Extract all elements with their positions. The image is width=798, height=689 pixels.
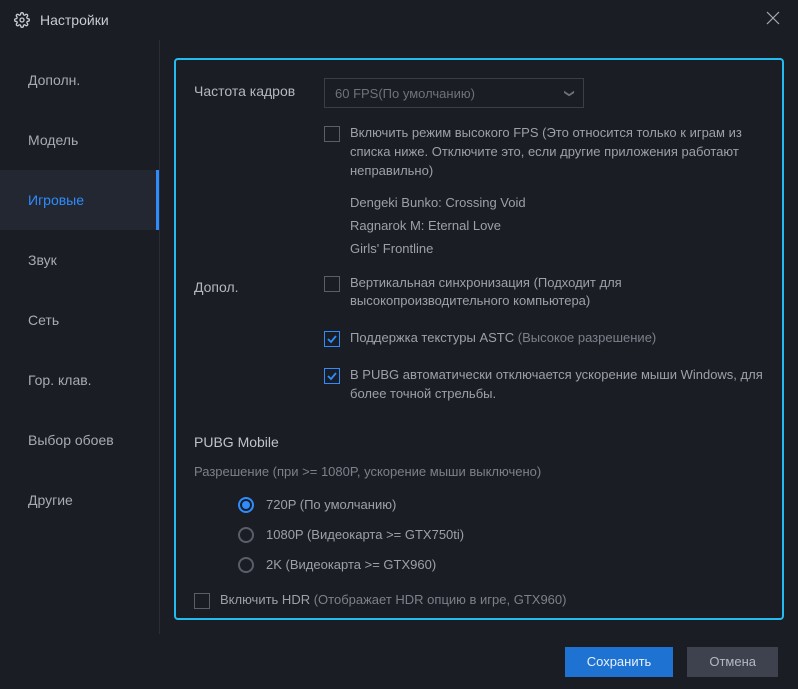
window-title: Настройки (40, 12, 109, 28)
sidebar-item-label: Выбор обоев (28, 432, 114, 448)
resolution-2k[interactable]: 2K (Видеокарта >= GTX960) (194, 557, 764, 573)
hdr-text: Включить HDR (Отображает HDR опцию в игр… (220, 591, 764, 610)
pubg-resolution-note: Разрешение (при >= 1080P, ускорение мыши… (194, 464, 764, 479)
sidebar: Дополн. Модель Игровые Звук Сеть Гор. кл… (0, 40, 160, 634)
sidebar-item-label: Другие (28, 492, 73, 508)
hdr-checkbox[interactable] (194, 593, 210, 609)
sidebar-item-hotkeys[interactable]: Гор. клав. (0, 350, 159, 410)
fps-label: Частота кадров (194, 78, 324, 99)
close-button[interactable] (762, 7, 784, 34)
radio-1080p[interactable] (238, 527, 254, 543)
footer: Сохранить Отмена (0, 634, 798, 689)
sidebar-item-label: Звук (28, 252, 57, 268)
row-fps: Частота кадров 60 FPS(По умолчанию) ❯ (194, 78, 764, 108)
close-icon (766, 11, 780, 25)
resolution-720p[interactable]: 720P (По умолчанию) (194, 497, 764, 513)
gear-icon (14, 12, 30, 28)
row-high-fps: Включить режим высокого FPS (Это относит… (194, 124, 764, 264)
sidebar-item-wallpaper[interactable]: Выбор обоев (0, 410, 159, 470)
high-fps-game-list: Dengeki Bunko: Crossing Void Ragnarok M:… (350, 195, 764, 256)
sidebar-item-model[interactable]: Модель (0, 110, 159, 170)
chevron-down-icon: ❯ (563, 89, 574, 97)
pubg-mouse-text: В PUBG автоматически отключается ускорен… (350, 366, 764, 404)
astc-checkbox[interactable] (324, 331, 340, 347)
content-wrapper: Частота кадров 60 FPS(По умолчанию) ❯ Вк… (160, 40, 798, 634)
astc-text: Поддержка текстуры ASTC (Высокое разреше… (350, 329, 764, 348)
game-item: Ragnarok M: Eternal Love (350, 218, 764, 233)
radio-2k-label: 2K (Видеокарта >= GTX960) (266, 557, 436, 572)
sidebar-item-label: Гор. клав. (28, 372, 92, 388)
sidebar-item-label: Игровые (28, 192, 84, 208)
fps-select[interactable]: 60 FPS(По умолчанию) ❯ (324, 78, 584, 108)
radio-1080p-label: 1080P (Видеокарта >= GTX750ti) (266, 527, 464, 542)
save-button[interactable]: Сохранить (565, 647, 674, 677)
sidebar-item-label: Сеть (28, 312, 59, 328)
titlebar-left: Настройки (14, 12, 109, 28)
row-additional: Допол. Вертикальная синхронизация (Подхо… (194, 274, 764, 418)
sidebar-item-network[interactable]: Сеть (0, 290, 159, 350)
radio-720p[interactable] (238, 497, 254, 513)
hdr-option[interactable]: Включить HDR (Отображает HDR опцию в игр… (194, 591, 764, 610)
pubg-mouse-option[interactable]: В PUBG автоматически отключается ускорен… (324, 366, 764, 404)
game-item: Girls' Frontline (350, 241, 764, 256)
fps-selected-value: 60 FPS(По умолчанию) (335, 86, 475, 101)
high-fps-text: Включить режим высокого FPS (Это относит… (350, 124, 764, 181)
pubg-section-title: PUBG Mobile (194, 434, 764, 450)
cancel-button[interactable]: Отмена (687, 647, 778, 677)
vsync-option[interactable]: Вертикальная синхронизация (Подходит для… (324, 274, 764, 312)
sidebar-item-other[interactable]: Другие (0, 470, 159, 530)
radio-2k[interactable] (238, 557, 254, 573)
pubg-mouse-checkbox[interactable] (324, 368, 340, 384)
addl-label: Допол. (194, 274, 324, 295)
sidebar-item-gaming[interactable]: Игровые (0, 170, 159, 230)
titlebar: Настройки (0, 0, 798, 40)
sidebar-item-label: Дополн. (28, 72, 80, 88)
resolution-1080p[interactable]: 1080P (Видеокарта >= GTX750ti) (194, 527, 764, 543)
vsync-checkbox[interactable] (324, 276, 340, 292)
game-item: Dengeki Bunko: Crossing Void (350, 195, 764, 210)
check-icon (327, 334, 337, 344)
content-panel: Частота кадров 60 FPS(По умолчанию) ❯ Вк… (174, 58, 784, 620)
astc-option[interactable]: Поддержка текстуры ASTC (Высокое разреше… (324, 329, 764, 348)
check-icon (327, 371, 337, 381)
sidebar-item-label: Модель (28, 132, 78, 148)
sidebar-item-additional[interactable]: Дополн. (0, 50, 159, 110)
high-fps-option[interactable]: Включить режим высокого FPS (Это относит… (324, 124, 764, 181)
high-fps-checkbox[interactable] (324, 126, 340, 142)
vsync-text: Вертикальная синхронизация (Подходит для… (350, 274, 764, 312)
sidebar-item-sound[interactable]: Звук (0, 230, 159, 290)
main: Дополн. Модель Игровые Звук Сеть Гор. кл… (0, 40, 798, 634)
radio-720p-label: 720P (По умолчанию) (266, 497, 396, 512)
